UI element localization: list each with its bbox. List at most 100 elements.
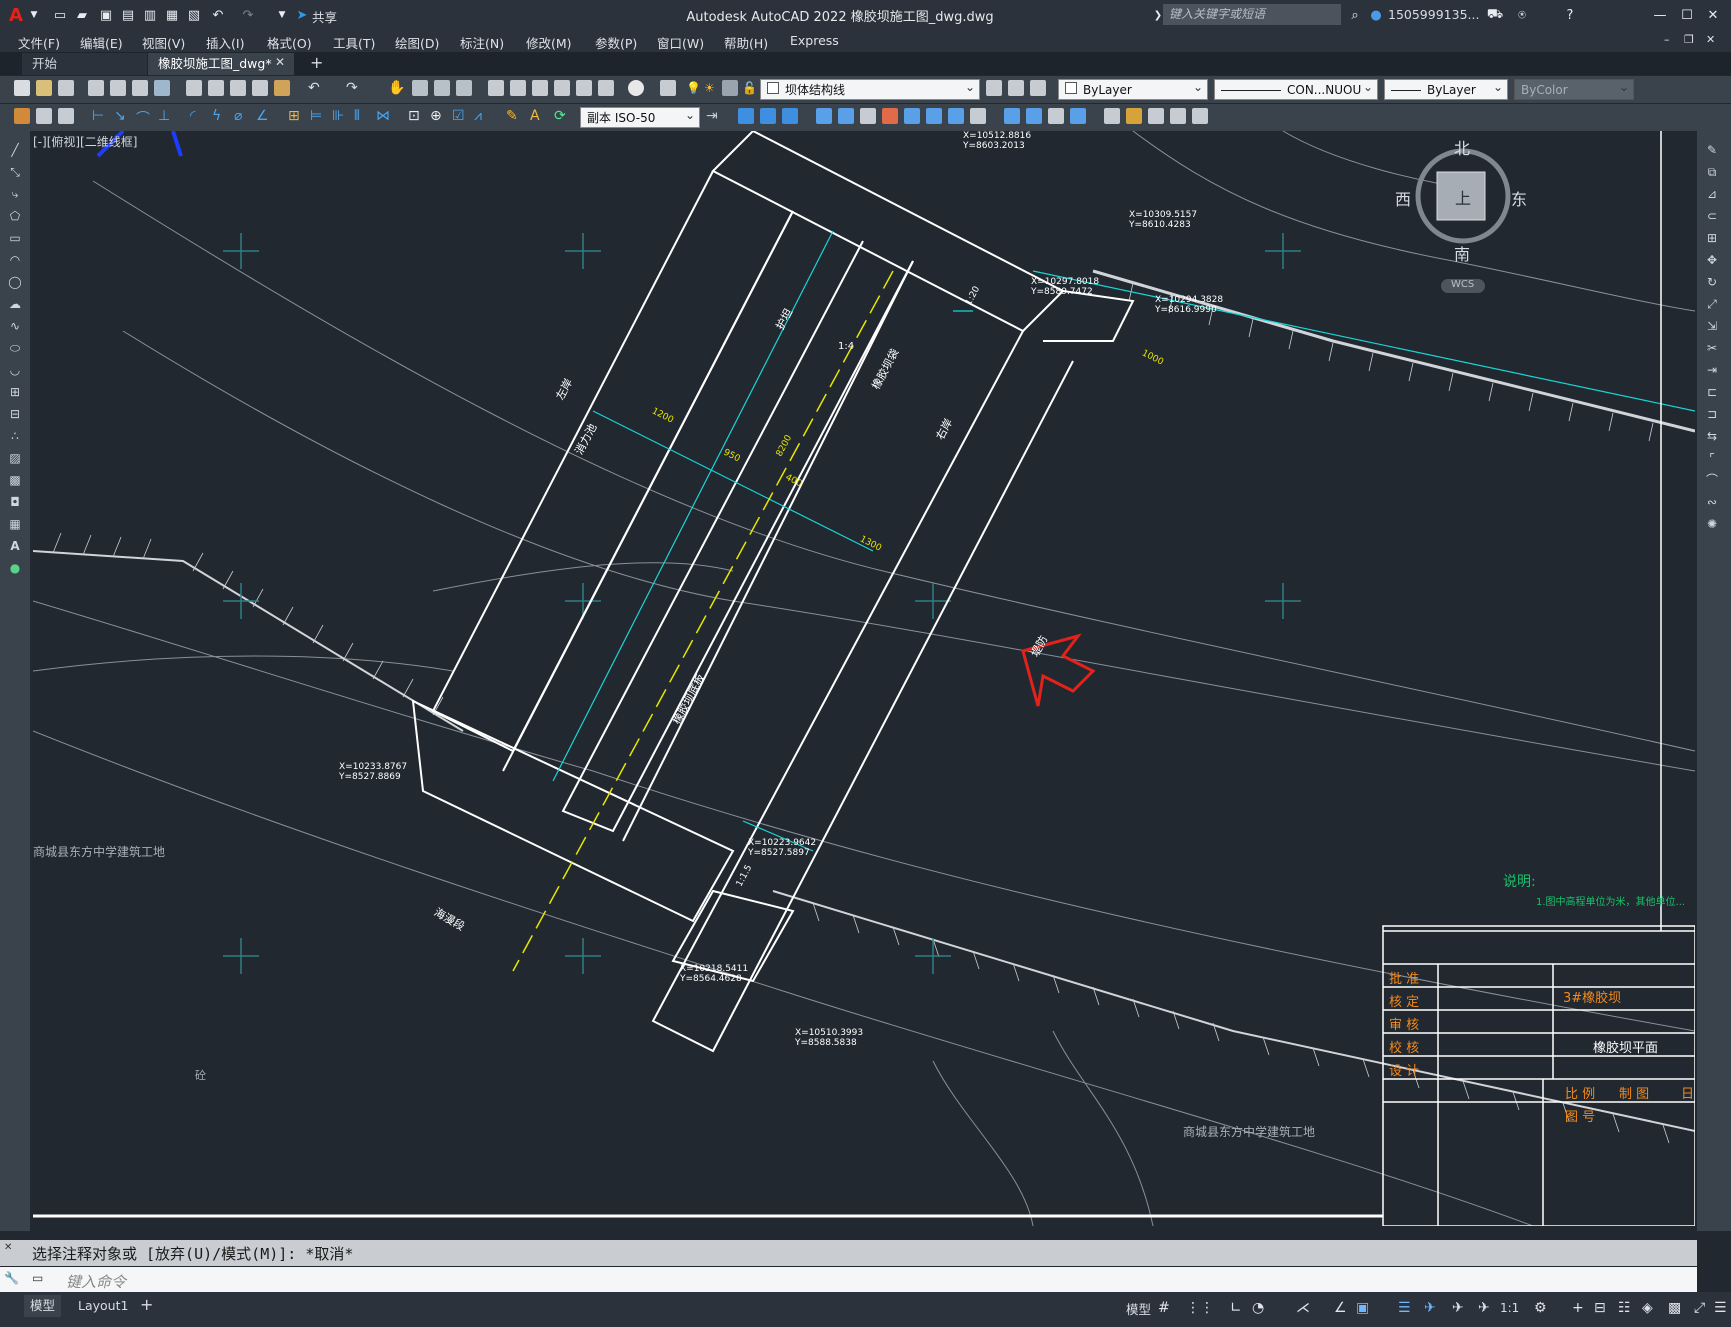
tolerance-icon[interactable]: ⊡ — [408, 108, 420, 124]
plot-icon[interactable]: ▧ — [184, 5, 204, 25]
customize-qat-icon[interactable]: ▼ — [272, 5, 292, 25]
add-layout-icon[interactable]: + — [140, 1295, 153, 1314]
3d-print-icon[interactable] — [154, 80, 170, 96]
modify-icon-1[interactable] — [816, 108, 832, 124]
redo-icon[interactable]: ↷ — [238, 5, 258, 25]
annotation-monitor-icon[interactable]: + — [1572, 1300, 1584, 1316]
cut-icon[interactable] — [186, 80, 202, 96]
modify-icon-15[interactable] — [1148, 108, 1164, 124]
center-mark-icon[interactable]: ⊕ — [430, 108, 442, 124]
arc-length-icon[interactable]: ⌒ — [136, 108, 150, 128]
properties-icon[interactable] — [488, 80, 504, 96]
spline-icon[interactable]: ∿ — [7, 319, 23, 333]
revcloud-icon[interactable]: ☁ — [7, 297, 23, 311]
layer-on-icon[interactable]: 💡 — [686, 81, 701, 95]
modify-icon-12[interactable] — [1070, 108, 1086, 124]
insert-block-icon[interactable]: ⊞ — [7, 385, 23, 399]
polygon-icon[interactable]: ⬠ — [7, 209, 23, 223]
modify-icon-17[interactable] — [1192, 108, 1208, 124]
mirror-icon[interactable]: ⊿ — [1704, 187, 1720, 201]
annotation-scale[interactable]: 1:1 — [1500, 1301, 1519, 1315]
arc-icon[interactable]: ◠ — [7, 253, 23, 267]
baseline-icon[interactable]: ⊨ — [310, 108, 322, 124]
ellipse-icon[interactable]: ⬭ — [7, 341, 23, 355]
ellipse-arc-icon[interactable]: ◡ — [7, 363, 23, 377]
command-line[interactable]: 🔧 ▭ 键入命令 — [0, 1267, 1697, 1292]
viewcube-east[interactable]: 东 — [1511, 186, 1527, 210]
tab-layout1[interactable]: Layout1 — [72, 1295, 134, 1317]
lineweight-icon[interactable]: ☰ — [1398, 1300, 1411, 1316]
break-point-icon[interactable]: ⊏ — [1704, 385, 1720, 399]
new-tab-icon[interactable]: + — [310, 53, 323, 72]
tab-model[interactable]: 模型 — [24, 1295, 62, 1317]
save-icon[interactable] — [58, 80, 74, 96]
search-icon[interactable]: ⌕ — [1345, 5, 1365, 25]
zoom-previous-icon[interactable] — [456, 80, 472, 96]
color-dropdown[interactable]: ByLayer — [1058, 79, 1208, 100]
angular-icon[interactable]: ∠ — [256, 108, 269, 124]
viewcube-north[interactable]: 北 — [1454, 135, 1470, 159]
hatch-icon[interactable]: ▨ — [7, 451, 23, 465]
blend-icon[interactable]: ∾ — [1704, 495, 1720, 509]
units-icon[interactable]: ⊟ — [1594, 1300, 1606, 1316]
share-label[interactable]: 共享 — [312, 7, 337, 26]
doc-close-icon[interactable]: ✕ — [1706, 33, 1715, 46]
workspace-gear-icon[interactable]: ⚙ — [1534, 1300, 1547, 1316]
undo-icon[interactable]: ↶ — [308, 80, 320, 96]
polar-icon[interactable]: ◔ — [1252, 1300, 1264, 1316]
copy-icon[interactable] — [208, 80, 224, 96]
extend-icon[interactable]: ⇥ — [1704, 363, 1720, 377]
construction-line-icon[interactable]: ⤡ — [7, 165, 23, 179]
layer-state-icon[interactable] — [1030, 80, 1046, 96]
tool-palettes-icon[interactable] — [532, 80, 548, 96]
close-command-icon[interactable]: ✕ — [4, 1242, 12, 1253]
region-icon[interactable]: ◘ — [7, 495, 23, 509]
tab-close-icon[interactable]: ✕ — [275, 55, 285, 69]
osnap-icon[interactable]: ▣ — [1356, 1300, 1369, 1316]
tab-active-drawing[interactable]: 橡胶坝施工图_dwg* — [148, 53, 294, 75]
modify-icon-7[interactable] — [948, 108, 964, 124]
match-icon[interactable] — [36, 108, 52, 124]
save-web-icon[interactable]: ▦ — [162, 5, 182, 25]
copy-icon[interactable]: ⧉ — [1704, 165, 1720, 179]
rectangle-icon[interactable]: ▭ — [7, 231, 23, 245]
osnap-track-icon[interactable]: ∠ — [1334, 1300, 1347, 1316]
ordinate-icon[interactable]: ⊥ — [158, 108, 170, 124]
autodesk-app-icon[interactable]: ⍟ — [1512, 5, 1532, 25]
chamfer-icon[interactable]: ⌜ — [1704, 451, 1720, 465]
open-icon[interactable]: ▰ — [72, 5, 92, 25]
save-as-icon[interactable]: ▤ — [118, 5, 138, 25]
erase-icon[interactable]: ✎ — [1704, 143, 1720, 157]
aligned-dim-icon[interactable]: ↘ — [114, 108, 126, 124]
make-object-layer-current-icon[interactable] — [986, 80, 1002, 96]
jogged-linear-icon[interactable]: ⩘ — [474, 108, 482, 124]
zoom-realtime-icon[interactable] — [412, 80, 428, 96]
inspect-icon[interactable]: ☑ — [452, 108, 465, 124]
design-center-icon[interactable] — [510, 80, 526, 96]
plot-preview-icon[interactable] — [110, 80, 126, 96]
clean-screen-icon[interactable]: ⤢ — [1694, 1300, 1705, 1316]
modify-icon-11[interactable] — [1048, 108, 1064, 124]
dim-edit-icon[interactable]: ✎ — [506, 108, 518, 124]
markup-icon[interactable] — [576, 80, 592, 96]
model-space-label[interactable]: 模型 — [1126, 1299, 1151, 1318]
user-icon[interactable]: ● — [1366, 5, 1386, 25]
customize-icon[interactable]: 🔧 — [4, 1271, 19, 1285]
isolate-objects-icon[interactable]: ◈ — [1642, 1300, 1653, 1316]
search-input[interactable]: 键入关键字或短语 — [1163, 4, 1341, 25]
point-icon[interactable]: ∴ — [7, 429, 23, 443]
drawing-canvas[interactable]: [-][俯视][二维线框] 北 南 东 西 上 WCS 商城县东方中学建筑工地 … — [33, 131, 1695, 1226]
modify-icon-14[interactable] — [1126, 108, 1142, 124]
customization-icon[interactable]: ☰ — [1714, 1300, 1727, 1316]
layer-properties-icon[interactable] — [660, 80, 676, 96]
layer-freeze-icon[interactable]: ☀ — [704, 81, 715, 95]
ortho-icon[interactable]: ∟ — [1230, 1300, 1242, 1316]
menu-file[interactable]: 文件(F) — [18, 33, 60, 52]
plot-icon[interactable] — [88, 80, 104, 96]
rotate-icon[interactable]: ↻ — [1704, 275, 1720, 289]
menu-express[interactable]: Express — [790, 33, 839, 48]
draworder-front-icon[interactable] — [738, 108, 754, 124]
break-icon[interactable]: ⋈ — [376, 108, 390, 124]
lineweight-dropdown[interactable]: ByLayer — [1384, 79, 1508, 100]
viewcube-west[interactable]: 西 — [1395, 186, 1411, 210]
